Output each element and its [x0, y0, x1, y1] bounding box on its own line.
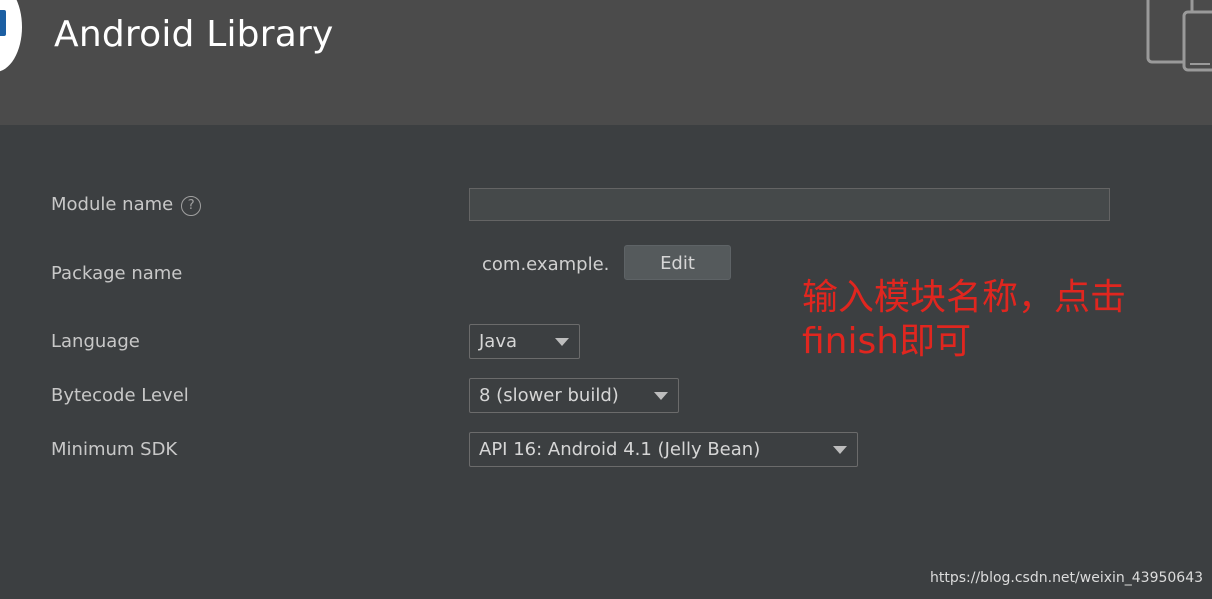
logo-mark: [0, 10, 6, 36]
package-name-value: com.example.: [482, 254, 610, 275]
chevron-down-icon: [833, 446, 847, 454]
bytecode-level-select[interactable]: 8 (slower build): [469, 378, 679, 413]
wizard-header: Android Library: [0, 0, 1212, 125]
package-name-label: Package name: [51, 263, 183, 284]
chevron-down-icon: [654, 392, 668, 400]
edit-package-button[interactable]: Edit: [624, 245, 731, 280]
module-name-label: Module name?: [51, 194, 202, 216]
tablet-phone-icon: [1146, 0, 1212, 72]
annotation-text: 输入模块名称，点击 finish即可: [802, 276, 1142, 364]
language-select-value: Java: [479, 331, 518, 352]
android-studio-logo-icon: [0, 0, 22, 72]
minimum-sdk-select[interactable]: API 16: Android 4.1 (Jelly Bean): [469, 432, 858, 467]
minimum-sdk-select-value: API 16: Android 4.1 (Jelly Bean): [479, 439, 761, 460]
bytecode-level-label: Bytecode Level: [51, 385, 189, 406]
help-icon[interactable]: ?: [181, 196, 202, 216]
module-name-label-text: Module name: [51, 194, 174, 215]
watermark: https://blog.csdn.net/weixin_43950643: [930, 570, 1204, 586]
chevron-down-icon: [555, 338, 569, 346]
module-name-input[interactable]: [469, 188, 1110, 221]
language-select[interactable]: Java: [469, 324, 580, 359]
annotation-line-2: finish即可: [802, 321, 972, 362]
bytecode-level-select-value: 8 (slower build): [479, 385, 619, 406]
language-label: Language: [51, 331, 140, 352]
annotation-line-1: 输入模块名称，点击: [802, 277, 1127, 318]
page-title: Android Library: [54, 14, 334, 55]
minimum-sdk-label: Minimum SDK: [51, 439, 178, 460]
